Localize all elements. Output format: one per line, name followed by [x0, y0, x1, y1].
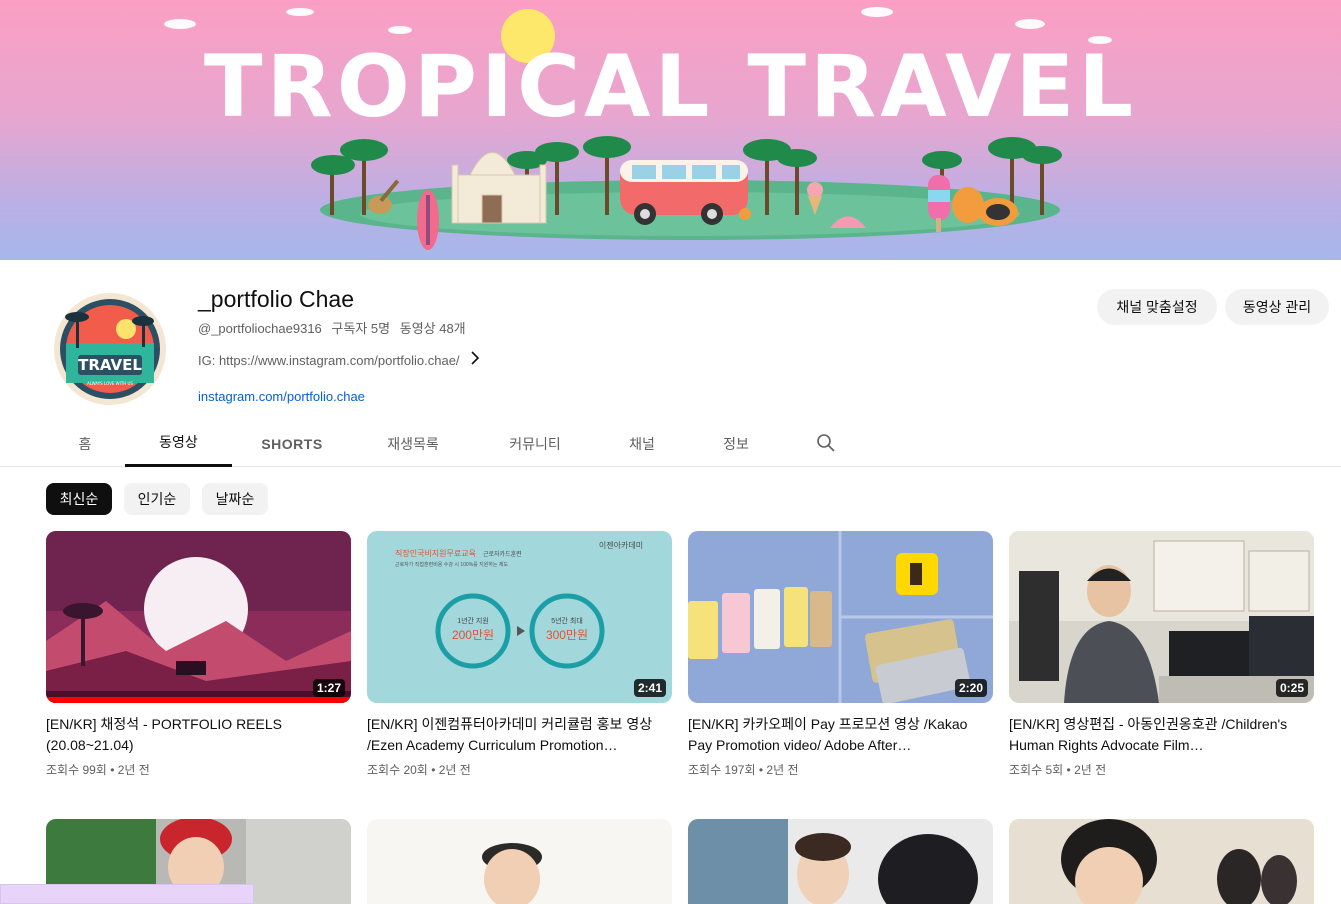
video-meta: 조회수 197회 • 2년 전 [688, 761, 799, 778]
tab-community[interactable]: 커뮤니티 [490, 420, 580, 467]
svg-text:TRAVEL: TRAVEL [78, 356, 142, 374]
overlay-panel [0, 884, 254, 904]
video-views: 조회수 197회 [688, 763, 756, 777]
video-views: 조회수 20회 [367, 763, 428, 777]
tab-home[interactable]: 홈 [60, 420, 110, 467]
tab-playlists[interactable]: 재생목록 [370, 420, 456, 467]
video-age: 2년 전 [1074, 763, 1107, 777]
svg-text:근로자가 직접훈련비용 수강 시 100%를 지원하는 제도: 근로자가 직접훈련비용 수강 시 100%를 지원하는 제도 [395, 561, 509, 568]
video-meta: 조회수 5회 • 2년 전 [1009, 761, 1106, 778]
avatar-logo-icon: TRAVEL ALWAYS LOVE WITH US [60, 299, 160, 399]
channel-banner: TROPICAL TRAVEL [0, 0, 1341, 260]
svg-text:300만원: 300만원 [546, 628, 588, 642]
video-age: 2년 전 [117, 763, 150, 777]
video-meta: 조회수 20회 • 2년 전 [367, 761, 471, 778]
video-duration: 2:20 [954, 679, 987, 697]
video-meta: 조회수 99회 • 2년 전 [46, 761, 150, 778]
subscriber-count: 구독자 5명 [331, 321, 391, 336]
video-thumbnail[interactable]: 0:25 [1009, 531, 1314, 703]
video-card[interactable]: 0:25 [EN/KR] 영상편집 - 아동인권옹호관 /Children's … [1009, 531, 1314, 781]
tab-shorts[interactable]: SHORTS [246, 420, 338, 467]
manage-videos-button[interactable]: 동영상 관리 [1225, 289, 1329, 325]
video-views: 조회수 99회 [46, 763, 107, 777]
svg-text:1년간 지원: 1년간 지원 [457, 616, 489, 625]
video-card[interactable]: 이젠아카데미 직장인국비지원무료교육 근로자카드훈련 근로자가 직접훈련비용 수… [367, 531, 672, 781]
video-views: 조회수 5회 [1009, 763, 1064, 777]
meta-separator: • [1066, 763, 1075, 777]
video-card[interactable]: 2:20 [EN/KR] 카카오페이 Pay 프로모션 영상 /Kakao Pa… [688, 531, 993, 781]
tab-videos[interactable]: 동영상 [125, 420, 232, 467]
chevron-right-icon[interactable] [470, 351, 480, 370]
svg-text:직장인국비지원무료교육: 직장인국비지원무료교육 [395, 548, 476, 558]
svg-text:200만원: 200만원 [452, 628, 494, 642]
channel-handle: @_portfoliochae9316 [198, 321, 322, 336]
channel-link[interactable]: instagram.com/portfolio.chae [198, 389, 365, 404]
chip-latest[interactable]: 최신순 [46, 483, 112, 515]
channel-tabs: 홈 동영상 SHORTS 재생목록 커뮤니티 채널 정보 [0, 420, 1341, 467]
video-card[interactable]: 1:27 [EN/KR] 채정석 - PORTFOLIO REELS (20.0… [46, 531, 351, 781]
banner-title: TROPICAL TRAVEL [203, 37, 1138, 137]
svg-text:ALWAYS LOVE WITH US: ALWAYS LOVE WITH US [87, 381, 133, 386]
svg-text:근로자카드훈련: 근로자카드훈련 [483, 550, 522, 558]
chip-popular[interactable]: 인기순 [124, 483, 190, 515]
video-age: 2년 전 [438, 763, 471, 777]
video-age: 2년 전 [766, 763, 799, 777]
video-thumbnail[interactable] [688, 819, 993, 904]
video-title[interactable]: [EN/KR] 이젠컴퓨터아카데미 커리큘럼 홍보 영상 /Ezen Acade… [367, 714, 667, 756]
video-duration: 2:41 [633, 679, 666, 697]
svg-text:이젠아카데미: 이젠아카데미 [599, 540, 643, 550]
video-title[interactable]: [EN/KR] 카카오페이 Pay 프로모션 영상 /Kakao Pay Pro… [688, 714, 988, 756]
video-count: 동영상 48개 [399, 321, 466, 336]
channel-meta: @_portfoliochae9316 구독자 5명 동영상 48개 [198, 318, 472, 337]
video-thumbnail[interactable] [367, 819, 672, 904]
channel-avatar[interactable]: TRAVEL ALWAYS LOVE WITH US [51, 290, 169, 408]
video-thumbnail[interactable]: 1:27 [46, 531, 351, 703]
video-duration: 1:27 [312, 679, 345, 697]
video-title[interactable]: [EN/KR] 채정석 - PORTFOLIO REELS (20.08~21.… [46, 714, 346, 756]
video-duration: 0:25 [1275, 679, 1308, 697]
tab-channels[interactable]: 채널 [612, 420, 672, 467]
channel-name: _portfolio Chae [198, 286, 354, 312]
chip-oldest[interactable]: 날짜순 [202, 483, 268, 515]
video-thumbnail[interactable] [1009, 819, 1314, 904]
search-icon[interactable] [816, 433, 836, 453]
meta-separator: • [431, 763, 439, 777]
meta-separator: • [110, 763, 118, 777]
svg-text:5년간 최대: 5년간 최대 [551, 616, 583, 625]
video-title[interactable]: [EN/KR] 영상편집 - 아동인권옹호관 /Children's Human… [1009, 714, 1309, 756]
customize-channel-button[interactable]: 채널 맞춤설정 [1097, 289, 1217, 325]
video-thumbnail[interactable]: 이젠아카데미 직장인국비지원무료교육 근로자카드훈련 근로자가 직접훈련비용 수… [367, 531, 672, 703]
channel-description-text: IG: https://www.instagram.com/portfolio.… [198, 353, 460, 368]
tab-about[interactable]: 정보 [706, 420, 766, 467]
channel-description[interactable]: IG: https://www.instagram.com/portfolio.… [198, 351, 480, 370]
video-thumbnail[interactable]: 2:20 [688, 531, 993, 703]
